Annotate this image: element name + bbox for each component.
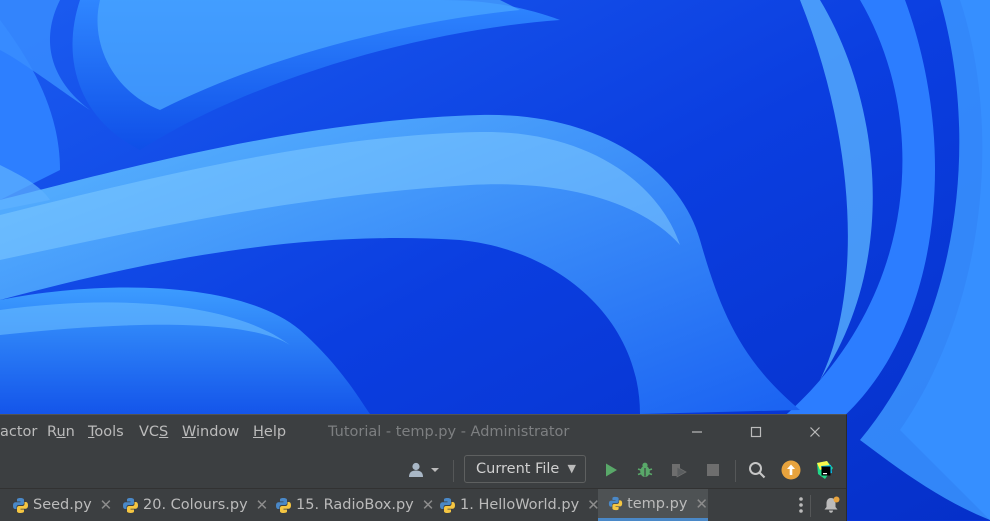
debug-button[interactable] [632, 457, 658, 483]
python-file-icon [123, 497, 138, 513]
window-title: Tutorial - temp.py - Administrator [328, 424, 570, 440]
python-file-icon [608, 496, 623, 511]
tab-bar-separator [810, 495, 811, 517]
menu-refactor[interactable]: actor [0, 424, 37, 440]
toolbar-separator [453, 460, 454, 482]
minimize-button[interactable] [684, 421, 710, 443]
updates-button[interactable] [778, 457, 804, 483]
editor-tab-bar: Seed.py ✕ 20. Colours.py ✕ 15. RadioBox.… [0, 489, 846, 521]
minimize-icon [692, 431, 702, 433]
menu-vcs[interactable]: VCS [139, 424, 168, 440]
editor-tab[interactable]: 1. HelloWorld.py ✕ [439, 489, 600, 521]
close-tab-icon[interactable]: ✕ [422, 496, 435, 514]
run-configuration-label: Current File [476, 461, 560, 477]
python-file-icon [276, 497, 291, 513]
close-window-button[interactable] [802, 421, 828, 443]
close-tab-icon[interactable]: ✕ [695, 495, 708, 513]
python-file-icon [13, 497, 28, 513]
coverage-icon [672, 464, 687, 478]
chevron-down-icon: ▼ [567, 462, 576, 475]
account-button[interactable] [406, 457, 442, 483]
main-toolbar: Current File ▼ [0, 452, 846, 489]
python-file-icon [440, 497, 455, 513]
account-icon [409, 462, 439, 477]
search-everywhere-button[interactable] [744, 457, 770, 483]
maximize-button[interactable] [743, 421, 769, 443]
close-tab-icon[interactable]: ✕ [256, 496, 269, 514]
search-icon [749, 462, 766, 479]
run-configuration-select[interactable]: Current File ▼ [464, 455, 586, 483]
ide-window: actor Run Tools VCS Window Help Tutorial… [0, 414, 847, 521]
run-button[interactable] [598, 457, 624, 483]
ide-logo-icon [817, 461, 833, 479]
toolbar-separator [735, 460, 736, 482]
tab-label: 15. RadioBox.py [296, 497, 414, 513]
tab-label: Seed.py [33, 497, 92, 513]
close-tab-icon[interactable]: ✕ [100, 496, 113, 514]
run-with-coverage-button[interactable] [666, 457, 692, 483]
tab-label: temp.py [627, 495, 688, 512]
menu-help[interactable]: Help [253, 424, 286, 440]
notifications-button[interactable] [818, 492, 844, 518]
stop-button[interactable] [700, 457, 726, 483]
stop-icon [707, 464, 719, 476]
editor-tab[interactable]: 20. Colours.py ✕ [122, 489, 268, 521]
menu-run[interactable]: Run [47, 424, 75, 440]
maximize-icon [750, 426, 762, 438]
close-icon [810, 427, 820, 437]
menu-window[interactable]: Window [182, 424, 239, 440]
editor-tab[interactable]: Seed.py ✕ [12, 489, 112, 521]
title-bar: actor Run Tools VCS Window Help Tutorial… [0, 415, 846, 451]
tab-label: 20. Colours.py [143, 497, 248, 513]
notifications-icon [824, 496, 840, 513]
menu-tools[interactable]: Tools [88, 424, 124, 440]
update-icon [781, 460, 801, 480]
debug-icon [637, 462, 653, 477]
editor-tab[interactable]: 15. RadioBox.py ✕ [275, 489, 434, 521]
more-icon [799, 497, 803, 513]
ide-logo-button[interactable] [812, 457, 838, 483]
run-icon [606, 463, 617, 477]
tab-label: 1. HelloWorld.py [460, 497, 580, 513]
editor-tab-active[interactable]: temp.py ✕ [598, 489, 708, 521]
